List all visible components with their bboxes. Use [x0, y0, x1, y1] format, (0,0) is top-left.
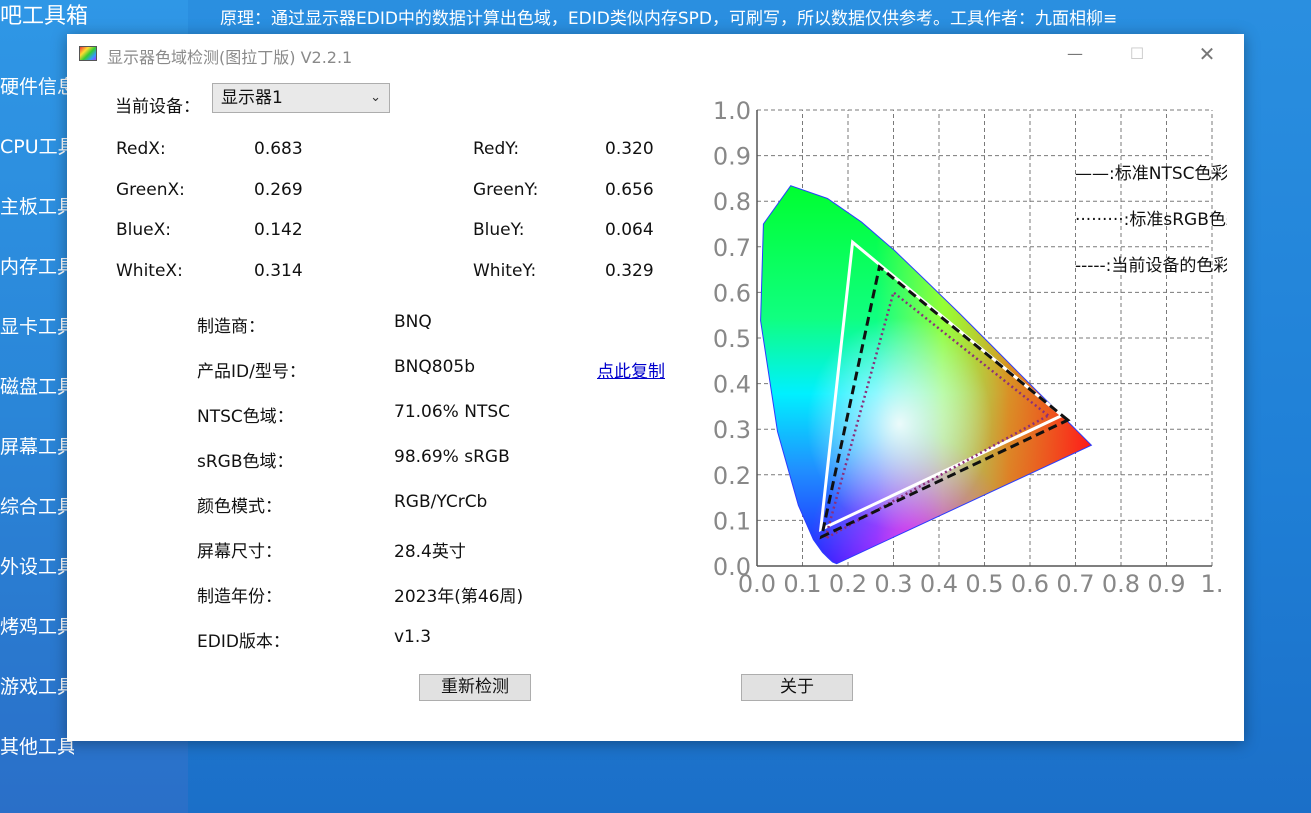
- menu-item-peripheral-tools[interactable]: 外设工具: [0, 552, 74, 612]
- minimize-button[interactable]: —: [1052, 38, 1098, 70]
- edid-version-value: v1.3: [394, 627, 432, 647]
- white-y-value: 0.329: [605, 261, 654, 281]
- white-x-value: 0.314: [254, 261, 303, 281]
- srgb-value: 98.69% sRGB: [394, 447, 510, 467]
- y-tick-label: 1.0: [713, 97, 751, 125]
- white-y-label: WhiteY:: [473, 261, 537, 281]
- device-label: 当前设备：: [115, 97, 200, 117]
- close-button[interactable]: ✕: [1184, 38, 1230, 70]
- srgb-label: sRGB色域：: [197, 452, 294, 472]
- redetect-button[interactable]: 重新检测: [419, 674, 531, 701]
- window-title: 显示器色域检测(图拉丁版) V2.2.1: [107, 48, 353, 67]
- manufacturer-value: BNQ: [394, 312, 432, 332]
- product-id-value: BNQ805b: [394, 357, 475, 377]
- locus-fill-white: [760, 185, 1092, 564]
- title-bar[interactable]: 显示器色域检测(图拉丁版) V2.2.1 — ☐ ✕: [67, 34, 1244, 74]
- background-app-title: 吧工具箱: [0, 4, 89, 29]
- red-y-value: 0.320: [605, 139, 654, 159]
- monitor-icon: [79, 46, 97, 61]
- green-x-label: GreenX:: [116, 180, 185, 200]
- x-tick-label: 0.1: [783, 570, 821, 598]
- ntsc-label: NTSC色域：: [197, 407, 294, 427]
- blue-y-value: 0.064: [605, 220, 654, 240]
- edid-version-label: EDID版本：: [197, 632, 290, 652]
- screen-size-value: 28.4英寸: [394, 542, 466, 562]
- y-tick-label: 0.0: [713, 553, 751, 581]
- x-tick-label: 0.6: [1011, 570, 1049, 598]
- menu-item-other-tools[interactable]: 其他工具: [0, 732, 74, 792]
- spectral-locus: [760, 185, 1093, 565]
- blue-y-label: BlueY:: [473, 220, 525, 240]
- x-tick-label: 0.9: [1147, 570, 1185, 598]
- device-select[interactable]: 显示器1 ⌄: [212, 83, 390, 113]
- x-tick-label: 0.8: [1102, 570, 1140, 598]
- white-x-label: WhiteX:: [116, 261, 183, 281]
- chart-legend: ——:标准NTSC色彩范围 ·········:标准sRGB色彩范围 -----:当…: [1075, 164, 1277, 276]
- legend-entry: ——:标准NTSC色彩范围: [1075, 164, 1227, 184]
- green-x-value: 0.269: [254, 180, 303, 200]
- menu-item-cpu-tools[interactable]: CPU工具: [0, 132, 74, 192]
- chevron-down-icon: ⌄: [370, 90, 381, 105]
- x-tick-label: 1.: [1201, 570, 1224, 598]
- y-tick-label: 0.2: [713, 462, 751, 490]
- y-tick-label: 0.6: [713, 279, 751, 307]
- menu-item-memory-tools[interactable]: 内存工具: [0, 252, 74, 312]
- device-select-value: 显示器1: [221, 88, 283, 108]
- color-mode-value: RGB/YCrCb: [394, 492, 488, 512]
- y-tick-label: 0.7: [713, 234, 751, 262]
- x-tick-label: 0.3: [874, 570, 912, 598]
- cie-chart-svg: 0.0 0.1 0.2 0.3 0.4 0.5 0.6 0.7 0.8 0.9 1.0.00.10.…: [713, 97, 1277, 598]
- red-x-value: 0.683: [254, 139, 303, 159]
- y-tick-label: 0.3: [713, 416, 751, 444]
- y-tick-label: 0.5: [713, 325, 751, 353]
- menu-item-screen-tools[interactable]: 屏幕工具: [0, 432, 74, 492]
- green-y-value: 0.656: [605, 180, 654, 200]
- x-tick-label: 0.4: [920, 570, 958, 598]
- red-y-label: RedY:: [473, 139, 520, 159]
- maximize-button[interactable]: ☐: [1114, 38, 1160, 70]
- about-button[interactable]: 关于: [741, 674, 853, 701]
- x-tick-label: 0.2: [829, 570, 867, 598]
- menu-item-disk-tools[interactable]: 磁盘工具: [0, 372, 74, 432]
- legend-entry: ·········:标准sRGB色彩范围: [1075, 210, 1227, 230]
- y-tick-label: 0.1: [713, 507, 751, 535]
- background-banner: 原理：通过显示器EDID中的数据计算出色域，EDID类似内存SPD，可刷写，所以…: [220, 9, 1118, 29]
- green-y-label: GreenY:: [473, 180, 539, 200]
- y-tick-label: 0.9: [713, 143, 751, 171]
- cie-chart: 0.0 0.1 0.2 0.3 0.4 0.5 0.6 0.7 0.8 0.9 1. 0.0 0.1 0.…: [707, 94, 1277, 614]
- menu-item-hardware-info[interactable]: 硬件信息: [0, 72, 74, 132]
- blue-x-value: 0.142: [254, 220, 303, 240]
- menu-item-game-tools[interactable]: 游戏工具: [0, 672, 74, 732]
- y-tick-label: 0.8: [713, 188, 751, 216]
- menu-item-general-tools[interactable]: 综合工具: [0, 492, 74, 552]
- x-tick-label: 0.5: [965, 570, 1003, 598]
- menu-item-stress-tools[interactable]: 烤鸡工具: [0, 612, 74, 672]
- x-tick-label: 0.7: [1056, 570, 1094, 598]
- blue-x-label: BlueX:: [116, 220, 171, 240]
- legend-entry: -----:当前设备的色彩范围: [1075, 256, 1227, 276]
- screen-size-label: 屏幕尺寸：: [197, 542, 282, 562]
- manufacturer-label: 制造商：: [197, 317, 265, 337]
- background-menu: 硬件信息 CPU工具 主板工具 内存工具 显卡工具 磁盘工具 屏幕工具 综合工具…: [0, 72, 74, 792]
- manufacture-year-label: 制造年份：: [197, 587, 282, 607]
- manufacture-year-value: 2023年(第46周): [394, 587, 524, 607]
- color-mode-label: 颜色模式：: [197, 497, 282, 517]
- red-x-label: RedX:: [116, 139, 166, 159]
- y-tick-label: 0.4: [713, 371, 751, 399]
- product-id-label: 产品ID/型号：: [197, 362, 306, 382]
- menu-item-motherboard-tools[interactable]: 主板工具: [0, 192, 74, 252]
- gamut-dialog: 显示器色域检测(图拉丁版) V2.2.1 — ☐ ✕ 当前设备： 显示器1 ⌄ …: [67, 34, 1277, 741]
- ntsc-value: 71.06% NTSC: [394, 402, 510, 422]
- menu-item-gpu-tools[interactable]: 显卡工具: [0, 312, 74, 372]
- copy-link[interactable]: 点此复制: [597, 357, 665, 382]
